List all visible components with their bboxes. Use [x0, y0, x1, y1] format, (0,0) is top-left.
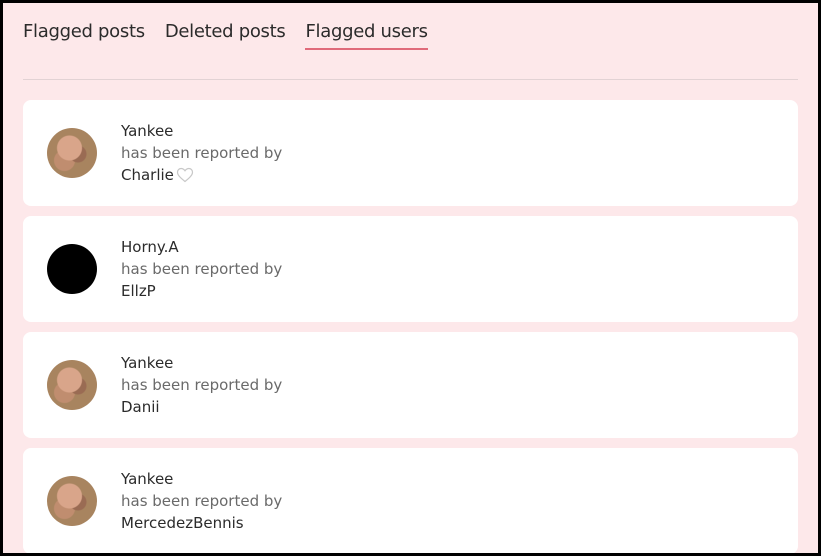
report-text: Yankee has been reported by Charlie [121, 120, 282, 186]
reporter-row: EllzP [121, 280, 282, 302]
reported-user-name[interactable]: Yankee [121, 120, 282, 142]
reporter-name[interactable]: EllzP [121, 280, 156, 302]
report-text: Yankee has been reported by Danii [121, 352, 282, 418]
report-description: has been reported by [121, 144, 283, 162]
report-text: Yankee has been reported by MercedezBenn… [121, 468, 282, 534]
reporter-row: Charlie [121, 164, 282, 186]
report-card[interactable]: Horny.A has been reported by EllzP [23, 216, 798, 322]
report-card[interactable]: Yankee has been reported by Danii [23, 332, 798, 438]
reporter-name[interactable]: MercedezBennis [121, 512, 244, 534]
app-frame: Flagged posts Deleted posts Flagged user… [0, 0, 821, 556]
reporter-row: MercedezBennis [121, 512, 282, 534]
tab-flagged-users[interactable]: Flagged users [305, 21, 428, 50]
heart-outline-icon[interactable] [176, 167, 194, 183]
tab-bar: Flagged posts Deleted posts Flagged user… [23, 21, 428, 50]
avatar[interactable] [47, 244, 97, 294]
report-description: has been reported by [121, 492, 283, 510]
report-description: has been reported by [121, 260, 283, 278]
report-card[interactable]: Yankee has been reported by MercedezBenn… [23, 448, 798, 553]
report-list: Yankee has been reported by Charlie Horn… [23, 100, 798, 553]
reported-user-name[interactable]: Yankee [121, 352, 282, 374]
report-description: has been reported by [121, 376, 283, 394]
avatar[interactable] [47, 360, 97, 410]
reporter-row: Danii [121, 396, 282, 418]
reporter-name[interactable]: Charlie [121, 164, 174, 186]
tab-flagged-posts[interactable]: Flagged posts [23, 21, 145, 50]
divider [23, 79, 798, 80]
tab-deleted-posts[interactable]: Deleted posts [165, 21, 286, 50]
report-card[interactable]: Yankee has been reported by Charlie [23, 100, 798, 206]
report-text: Horny.A has been reported by EllzP [121, 236, 282, 302]
reporter-name[interactable]: Danii [121, 396, 160, 418]
avatar[interactable] [47, 476, 97, 526]
avatar[interactable] [47, 128, 97, 178]
reported-user-name[interactable]: Yankee [121, 468, 282, 490]
reported-user-name[interactable]: Horny.A [121, 236, 282, 258]
